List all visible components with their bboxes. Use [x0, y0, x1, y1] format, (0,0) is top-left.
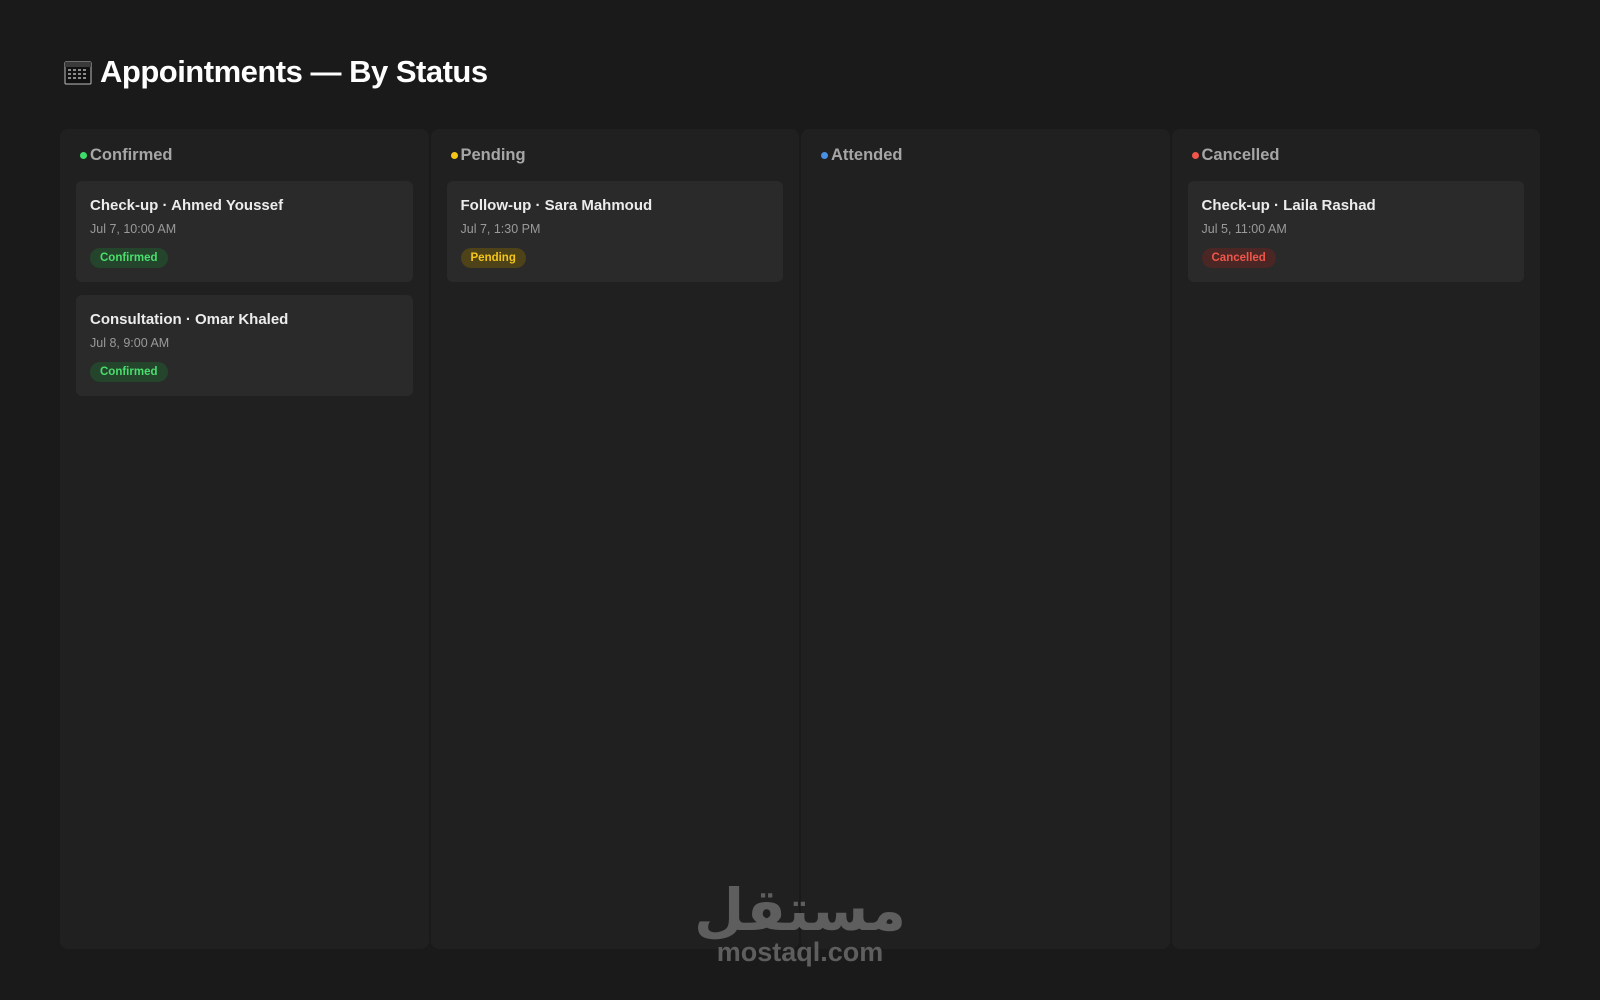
appointment-time: Jul 8, 9:00 AM: [90, 336, 170, 350]
column-label: Attended: [831, 145, 903, 164]
calendar-icon: [64, 59, 92, 85]
column-header-cancelled: Cancelled: [1191, 145, 1525, 165]
kanban-board: Confirmed Check-up · Ahmed Youssef Jul 7, …: [60, 129, 1540, 949]
column-header-pending: Pending: [450, 145, 784, 165]
column-header-confirmed: Confirmed: [80, 145, 413, 165]
appointment-time: Jul 7, 10:00 AM: [90, 222, 177, 236]
column-pending: Pending Follow-up · Sara Mahmoud Jul 7, 1:…: [430, 129, 799, 949]
appointment-title: Check-up · Laila Rashad: [1201, 197, 1376, 214]
status-badge: Cancelled: [1201, 248, 1276, 268]
column-label: Confirmed: [90, 145, 173, 164]
appointment-time: Jul 5, 11:00 AM: [1201, 222, 1287, 236]
column-header-attended: Attended: [821, 145, 1154, 165]
column-cancelled: Cancelled Check-up · Laila Rashad Jul 5, 1…: [1171, 129, 1540, 949]
page-title-text: Appointments — By Status: [100, 54, 488, 89]
column-label: Pending: [460, 145, 526, 164]
column-confirmed: Confirmed Check-up · Ahmed Youssef Jul 7, …: [60, 129, 429, 949]
status-badge: Confirmed: [90, 248, 168, 268]
appointment-title: Consultation · Omar Khaled: [90, 311, 289, 328]
appointment-title: Follow-up · Sara Mahmoud: [460, 197, 653, 214]
column-attended: Attended: [801, 129, 1170, 949]
appointments-page: Appointments — By Status Confirmed Check-…: [0, 0, 1600, 1000]
status-dot-icon: [80, 151, 87, 159]
appointment-title: Check-up · Ahmed Youssef: [90, 197, 284, 214]
appointment-time: Jul 7, 1:30 PM: [460, 222, 541, 236]
appointment-card[interactable]: Check-up · Ahmed Youssef Jul 7, 10:00 AM C…: [76, 181, 413, 282]
status-badge: Confirmed: [90, 362, 168, 382]
column-label: Cancelled: [1201, 145, 1280, 164]
appointment-card[interactable]: Check-up · Laila Rashad Jul 5, 11:00 AM Ca…: [1187, 181, 1524, 282]
status-badge: Pending: [460, 248, 526, 268]
page-title: Appointments — By Status: [64, 54, 488, 90]
status-dot-icon: [821, 151, 828, 159]
status-dot-icon: [450, 151, 458, 159]
status-dot-icon: [1191, 151, 1199, 159]
appointment-card[interactable]: Consultation · Omar Khaled Jul 8, 9:00 AM…: [76, 295, 413, 396]
appointment-card[interactable]: Follow-up · Sara Mahmoud Jul 7, 1:30 PM Pe…: [446, 181, 783, 282]
